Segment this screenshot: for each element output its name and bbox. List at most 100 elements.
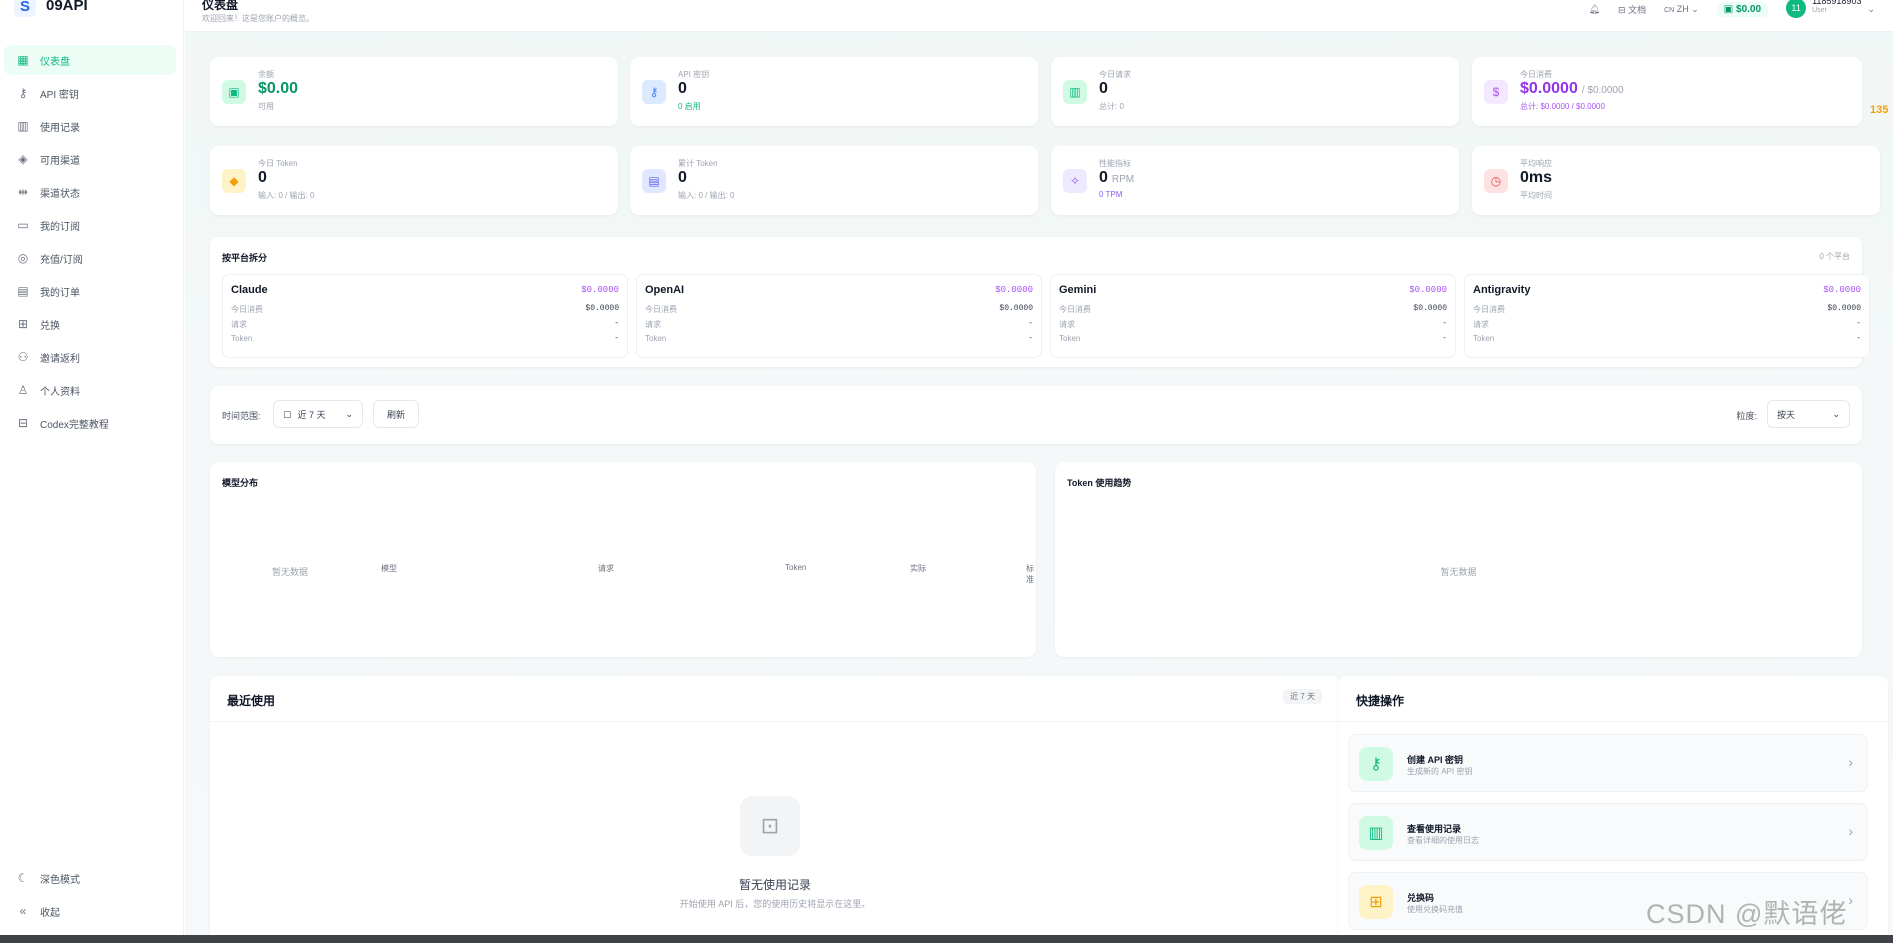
inbox-icon: ⊡ bbox=[740, 796, 800, 856]
sidebar-item-11[interactable]: ⊟ Codex完整教程 bbox=[4, 408, 176, 438]
balance-pill[interactable]: ▣ $0.00 bbox=[1716, 1, 1769, 17]
platform-row-value: - bbox=[1028, 334, 1033, 343]
collapse-icon: « bbox=[19, 904, 27, 918]
stat-card: ▤ 累计 Token 0 输入: 0 / 输出: 0 bbox=[630, 146, 1038, 215]
sidebar-item-4[interactable]: ⇹ 渠道状态 bbox=[4, 177, 176, 207]
quick-actions-title: 快捷操作 bbox=[1356, 694, 1405, 708]
sidebar-item-10[interactable]: ♙ 个人资料 bbox=[4, 375, 176, 405]
bar-chart-icon: ▥ bbox=[1359, 816, 1393, 850]
platform-name: Antigravity bbox=[1473, 284, 1531, 296]
column-header: 实际 bbox=[910, 564, 926, 573]
book-icon: ⊟ bbox=[17, 416, 29, 430]
sidebar-item-label: 收起 bbox=[40, 907, 60, 919]
platform-row-label: 请求 bbox=[1059, 320, 1075, 329]
platform-row-value: $0.0000 bbox=[999, 304, 1033, 313]
platform-row-value: $0.0000 bbox=[585, 304, 619, 313]
platform-row: 今日消费 $0.0000 bbox=[1059, 304, 1447, 315]
platform-card[interactable]: Antigravity $0.0000 今日消费 $0.0000 请求 - Token - bbox=[1464, 274, 1870, 358]
recent-range-tag: 近 7 天 bbox=[1283, 689, 1322, 704]
platform-row-label: Token bbox=[1473, 334, 1495, 343]
key-icon: ⚷ bbox=[18, 86, 28, 100]
platform-name: Claude bbox=[231, 284, 268, 296]
quick-action-title: 兑换码 bbox=[1407, 893, 1435, 903]
stat-label: 今日消费 bbox=[1520, 70, 1552, 79]
sidebar-item-3[interactable]: ◈ 可用渠道 bbox=[4, 144, 176, 174]
platform-card[interactable]: Gemini $0.0000 今日消费 $0.0000 请求 - Token - bbox=[1050, 274, 1456, 358]
platform-row-label: Token bbox=[1059, 334, 1081, 343]
sidebar-item-7[interactable]: ▤ 我的订单 bbox=[4, 276, 176, 306]
sidebar-nav: ▦ 仪表盘 ⚷ API 密钥 ▥ 使用记录 ◈ 可用渠道 ⇹ 渠道状态 ▭ 我的订阅 ◎ 充值/订阅 ▤ 我的… bbox=[4, 45, 176, 441]
refresh-button[interactable]: 刷新 bbox=[373, 400, 420, 428]
stat-value-extra: RPM bbox=[1111, 174, 1135, 185]
platform-row: 今日消费 $0.0000 bbox=[1473, 304, 1861, 315]
stat-value-main: 0 bbox=[258, 169, 267, 186]
moon-icon: ☾ bbox=[17, 871, 29, 885]
sidebar-item-5[interactable]: ▭ 我的订阅 bbox=[4, 210, 176, 240]
platform-row: 今日消费 $0.0000 bbox=[231, 304, 619, 315]
language-switcher[interactable]: CN ZH ⌄ bbox=[1664, 4, 1699, 15]
chevron-right-icon: › bbox=[1848, 823, 1853, 839]
platform-row-value: - bbox=[1856, 334, 1861, 343]
platform-row: Token - bbox=[231, 334, 619, 343]
stat-value-main: 0 bbox=[678, 80, 687, 97]
divider bbox=[1338, 721, 1888, 722]
page-subtitle: 欢迎回来！这是您账户的概览。 bbox=[202, 14, 314, 23]
chevron-down-icon: ⌄ bbox=[1832, 408, 1840, 419]
time-range-select[interactable]: ▢ 近 7 天 ⌄ bbox=[273, 400, 363, 428]
sidebar-item-6[interactable]: ◎ 充值/订阅 bbox=[4, 243, 176, 273]
platform-card[interactable]: OpenAI $0.0000 今日消费 $0.0000 请求 - Token - bbox=[636, 274, 1042, 358]
column-header: 请求 bbox=[598, 564, 614, 573]
sidebar-item-9[interactable]: ⚇ 邀请返利 bbox=[4, 342, 176, 372]
wallet-icon: ▣ bbox=[1723, 3, 1737, 15]
stat-label: 平均响应 bbox=[1520, 159, 1552, 168]
database-icon: ▤ bbox=[642, 169, 666, 193]
sidebar-item-8[interactable]: ⊞ 兑换 bbox=[4, 309, 176, 339]
sidebar: S 09API ▦ 仪表盘 ⚷ API 密钥 ▥ 使用记录 ◈ 可用渠道 ⇹ 渠道状态 ▭ 我的订阅 ◎… bbox=[0, 0, 184, 935]
docs-link[interactable]: ⊟ 文档 bbox=[1618, 3, 1646, 16]
dashboard-icon: ▦ bbox=[17, 53, 29, 67]
token-trend-panel: Token 使用趋势 暂无数据 bbox=[1055, 462, 1862, 657]
platform-row-value: - bbox=[614, 319, 619, 328]
wallet-icon: ▣ bbox=[222, 80, 246, 104]
platform-row-label: Token bbox=[231, 334, 253, 343]
sidebar-item-label: 充值/订阅 bbox=[40, 254, 83, 266]
sidebar-footer-item-0[interactable]: ☾ 深色模式 bbox=[4, 863, 176, 893]
user-menu[interactable]: 11 1185918903 User ⌄ bbox=[1786, 0, 1875, 18]
bell-icon[interactable]: 🔔︎ bbox=[1589, 4, 1600, 15]
quick-action-item[interactable]: ▥ 查看使用记录查看详细的使用日志 › bbox=[1348, 803, 1868, 861]
column-header: 标准 bbox=[1026, 564, 1034, 584]
granularity-select[interactable]: 按天 ⌄ bbox=[1767, 400, 1850, 428]
quick-action-title: 创建 API 密钥 bbox=[1407, 755, 1464, 765]
platform-cost: $0.0000 bbox=[581, 285, 619, 295]
quick-action-item[interactable]: ⚷ 创建 API 密钥 生成新的 API 密钥 › bbox=[1348, 734, 1868, 792]
side-badge: 135 bbox=[1870, 104, 1889, 116]
stat-card: ◆ 今日 Token 0 输入: 0 / 输出: 0 bbox=[210, 146, 618, 215]
sidebar-item-label: 使用记录 bbox=[40, 122, 80, 134]
key-icon: ⚷ bbox=[1359, 747, 1393, 781]
sidebar-item-label: 我的订单 bbox=[40, 287, 80, 299]
brand[interactable]: S 09API bbox=[14, 0, 88, 18]
quick-action-title: 查看使用记录 bbox=[1407, 824, 1462, 834]
sidebar-item-0[interactable]: ▦ 仪表盘 bbox=[4, 45, 176, 75]
chevron-right-icon: › bbox=[1848, 754, 1853, 770]
platform-row-label: 请求 bbox=[645, 320, 661, 329]
platform-row: 今日消费 $0.0000 bbox=[645, 304, 1033, 315]
platform-breakdown: 按平台拆分 0 个平台 Claude $0.0000 今日消费 $0.0000 请求 - T… bbox=[210, 237, 1870, 367]
platform-card[interactable]: Claude $0.0000 今日消费 $0.0000 请求 - Token - bbox=[222, 274, 628, 358]
stat-sub: 0 启用 bbox=[678, 102, 701, 111]
quick-action-desc: 查看详细的使用日志 bbox=[1407, 836, 1479, 845]
sidebar-item-2[interactable]: ▥ 使用记录 bbox=[4, 111, 176, 141]
stat-value-main: 0 bbox=[678, 169, 687, 186]
platform-row-value: - bbox=[1028, 319, 1033, 328]
stat-value-extra: / $0.0000 bbox=[1581, 85, 1624, 96]
sidebar-item-label: 邀请返利 bbox=[40, 353, 80, 365]
sidebar-footer-item-1[interactable]: « 收起 bbox=[4, 896, 176, 926]
filter-bar: 时间范围: ▢ 近 7 天 ⌄ 刷新 粒度: 按天 ⌄ bbox=[210, 386, 1862, 444]
sparkle-icon: ✧ bbox=[1063, 169, 1087, 193]
gift-icon: ⊞ bbox=[1359, 885, 1393, 919]
stat-sub: 总计: 0 bbox=[1099, 102, 1124, 111]
platform-row-value: - bbox=[1856, 319, 1861, 328]
sidebar-item-label: 渠道状态 bbox=[40, 188, 80, 200]
sidebar-item-1[interactable]: ⚷ API 密钥 bbox=[4, 78, 176, 108]
watermark: CSDN @默语佬 bbox=[1646, 899, 1848, 929]
